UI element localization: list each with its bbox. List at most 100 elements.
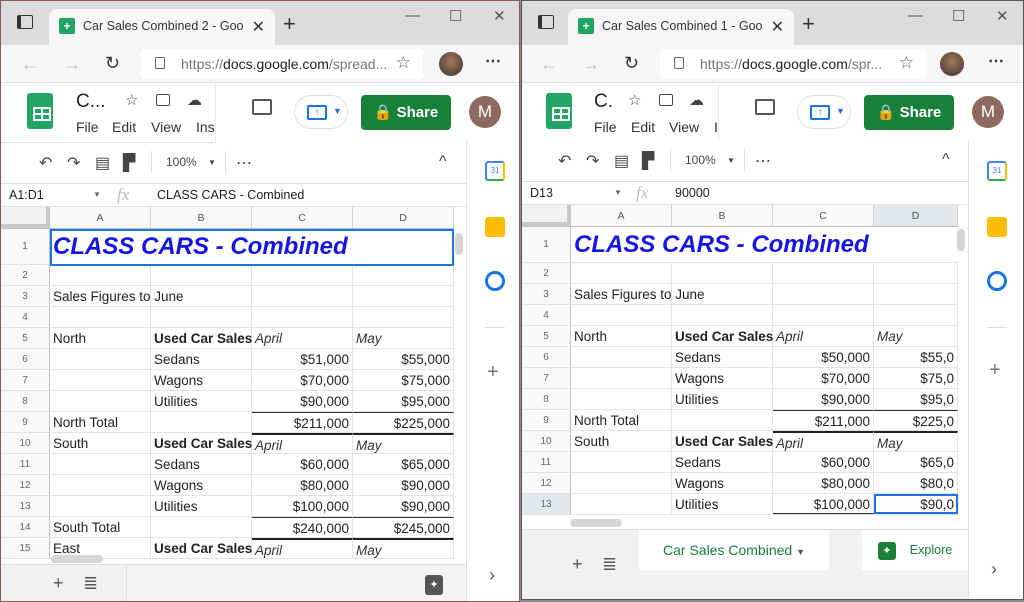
paint-format-icon[interactable]: ▛ xyxy=(123,153,135,173)
vertical-scrollbar[interactable] xyxy=(455,233,463,255)
cell-d6[interactable]: $55,0 xyxy=(874,347,958,367)
row-header[interactable]: 3 xyxy=(1,286,50,306)
keep-icon[interactable] xyxy=(485,217,505,237)
cell-a3[interactable]: Sales Figures to June xyxy=(50,286,184,306)
cell-b1[interactable] xyxy=(151,229,252,264)
collapse-icon[interactable]: ^ xyxy=(439,153,447,171)
column-header-a[interactable]: A xyxy=(571,205,672,226)
browser-tab[interactable]: + Car Sales Combined 2 - Google Sheets ✕ xyxy=(49,9,275,45)
cell-c1[interactable] xyxy=(252,229,353,264)
calendar-icon[interactable]: 31 xyxy=(987,161,1007,181)
cell-d11[interactable]: $65,0 xyxy=(874,452,958,472)
star-icon[interactable]: ☆ xyxy=(628,91,641,109)
undo-icon[interactable]: ↶ xyxy=(39,153,52,173)
cell-a1[interactable]: CLASS CARS - Combined xyxy=(50,229,348,264)
menu-file[interactable]: File xyxy=(594,119,617,135)
row-header[interactable]: 8 xyxy=(1,391,50,411)
cell-a6[interactable] xyxy=(50,349,151,369)
row-header[interactable]: 7 xyxy=(522,368,571,388)
cell-a8[interactable] xyxy=(50,391,151,411)
more-icon[interactable]: ⋯ xyxy=(236,153,252,173)
zoom-select[interactable]: 100% xyxy=(166,155,197,169)
cell-d10[interactable]: May xyxy=(353,433,454,453)
cell-c12[interactable]: $80,000 xyxy=(773,473,874,493)
cell-d9[interactable]: $225,0 xyxy=(874,410,958,430)
horizontal-scrollbar[interactable] xyxy=(570,519,622,527)
cell-b10[interactable]: Used Car Sales xyxy=(151,433,252,453)
url-input[interactable]: https://docs.google.com/spread... ☆ xyxy=(141,49,423,79)
cell-c7[interactable]: $70,000 xyxy=(773,368,874,388)
cell-a13[interactable] xyxy=(50,496,151,516)
column-header-b[interactable]: B xyxy=(672,205,773,226)
row-header[interactable]: 3 xyxy=(522,284,571,304)
share-button[interactable]: 🔒 Share xyxy=(864,95,954,130)
select-all-corner[interactable] xyxy=(522,205,571,226)
cell-b9[interactable] xyxy=(672,410,773,430)
formula-input[interactable]: 90000 xyxy=(675,186,710,200)
paint-format-icon[interactable]: ▛ xyxy=(642,151,654,171)
tasks-icon[interactable] xyxy=(987,271,1007,291)
account-avatar[interactable]: M xyxy=(469,96,501,128)
cell-grid[interactable]: A B C D 1 CLASS CARS - Combined 2 3 Sales Figure… xyxy=(1,207,466,559)
row-header[interactable]: 4 xyxy=(1,307,50,327)
chevron-down-icon[interactable]: ▼ xyxy=(93,190,101,199)
cell-a2[interactable] xyxy=(50,265,151,285)
column-header-c[interactable]: C xyxy=(773,205,874,226)
cell-b6[interactable]: Sedans xyxy=(151,349,252,369)
cell-a12[interactable] xyxy=(50,475,151,495)
print-icon[interactable]: ▤ xyxy=(614,151,629,171)
cell-b6[interactable]: Sedans xyxy=(672,347,773,367)
cell-b3[interactable] xyxy=(151,286,252,306)
collapse-icon[interactable]: ^ xyxy=(942,151,950,169)
cell-c14[interactable]: $240,000 xyxy=(252,517,353,537)
row-header[interactable]: 14 xyxy=(1,517,50,537)
row-header[interactable]: 4 xyxy=(522,305,571,325)
cell-c8[interactable]: $90,000 xyxy=(252,391,353,411)
column-header-c[interactable]: C xyxy=(252,207,353,228)
tasks-icon[interactable] xyxy=(485,271,505,291)
profile-avatar[interactable] xyxy=(439,52,463,76)
row-header[interactable]: 2 xyxy=(1,265,50,285)
cell-a8[interactable] xyxy=(571,389,672,409)
account-avatar[interactable]: M xyxy=(972,96,1004,128)
close-window-icon[interactable]: ✕ xyxy=(996,7,1009,25)
cell-a3[interactable]: Sales Figures to June xyxy=(571,284,705,304)
cell-c3[interactable] xyxy=(252,286,353,306)
row-header[interactable]: 1 xyxy=(522,227,571,262)
menu-view[interactable]: View xyxy=(669,119,699,135)
cell-d1[interactable] xyxy=(874,227,958,262)
row-header[interactable]: 6 xyxy=(1,349,50,369)
print-icon[interactable]: ▤ xyxy=(95,153,110,173)
add-favorite-icon[interactable]: ☆ xyxy=(899,53,914,73)
all-sheets-icon[interactable]: ≣ xyxy=(602,554,617,575)
settings-more-icon[interactable]: ⋯ xyxy=(485,51,501,71)
add-sheet-icon[interactable]: + xyxy=(572,554,583,575)
cell-c11[interactable]: $60,000 xyxy=(773,452,874,472)
cell-c8[interactable]: $90,000 xyxy=(773,389,874,409)
forward-icon[interactable]: → xyxy=(582,54,600,75)
cell-a9[interactable]: North Total xyxy=(571,410,672,430)
cell-b2[interactable] xyxy=(672,263,773,283)
tab-actions-icon[interactable] xyxy=(17,15,33,29)
cell-d4[interactable] xyxy=(874,305,958,325)
cell-c2[interactable] xyxy=(252,265,353,285)
menu-insert[interactable]: Ins xyxy=(196,119,215,135)
cell-b15[interactable]: Used Car Sales xyxy=(151,538,252,558)
row-header[interactable]: 6 xyxy=(522,347,571,367)
cell-d3[interactable] xyxy=(874,284,958,304)
cell-b1[interactable] xyxy=(672,227,773,262)
doc-title[interactable]: C. xyxy=(594,91,613,113)
row-header[interactable]: 2 xyxy=(522,263,571,283)
row-header[interactable]: 11 xyxy=(522,452,571,472)
cell-c13[interactable]: $100,000 xyxy=(773,494,874,514)
explore-button[interactable]: ✦ Explore xyxy=(862,530,968,570)
sheet-tab[interactable]: Car Sales Combined ▼ xyxy=(639,530,829,570)
cell-d1[interactable] xyxy=(353,229,454,264)
cell-d15[interactable]: May xyxy=(353,538,454,558)
cell-c4[interactable] xyxy=(252,307,353,327)
zoom-select[interactable]: 100% xyxy=(685,153,716,167)
cell-c9[interactable]: $211,000 xyxy=(773,410,874,430)
menu-view[interactable]: View xyxy=(151,119,181,135)
cell-d9[interactable]: $225,000 xyxy=(353,412,454,432)
comment-history-icon[interactable] xyxy=(252,99,272,115)
